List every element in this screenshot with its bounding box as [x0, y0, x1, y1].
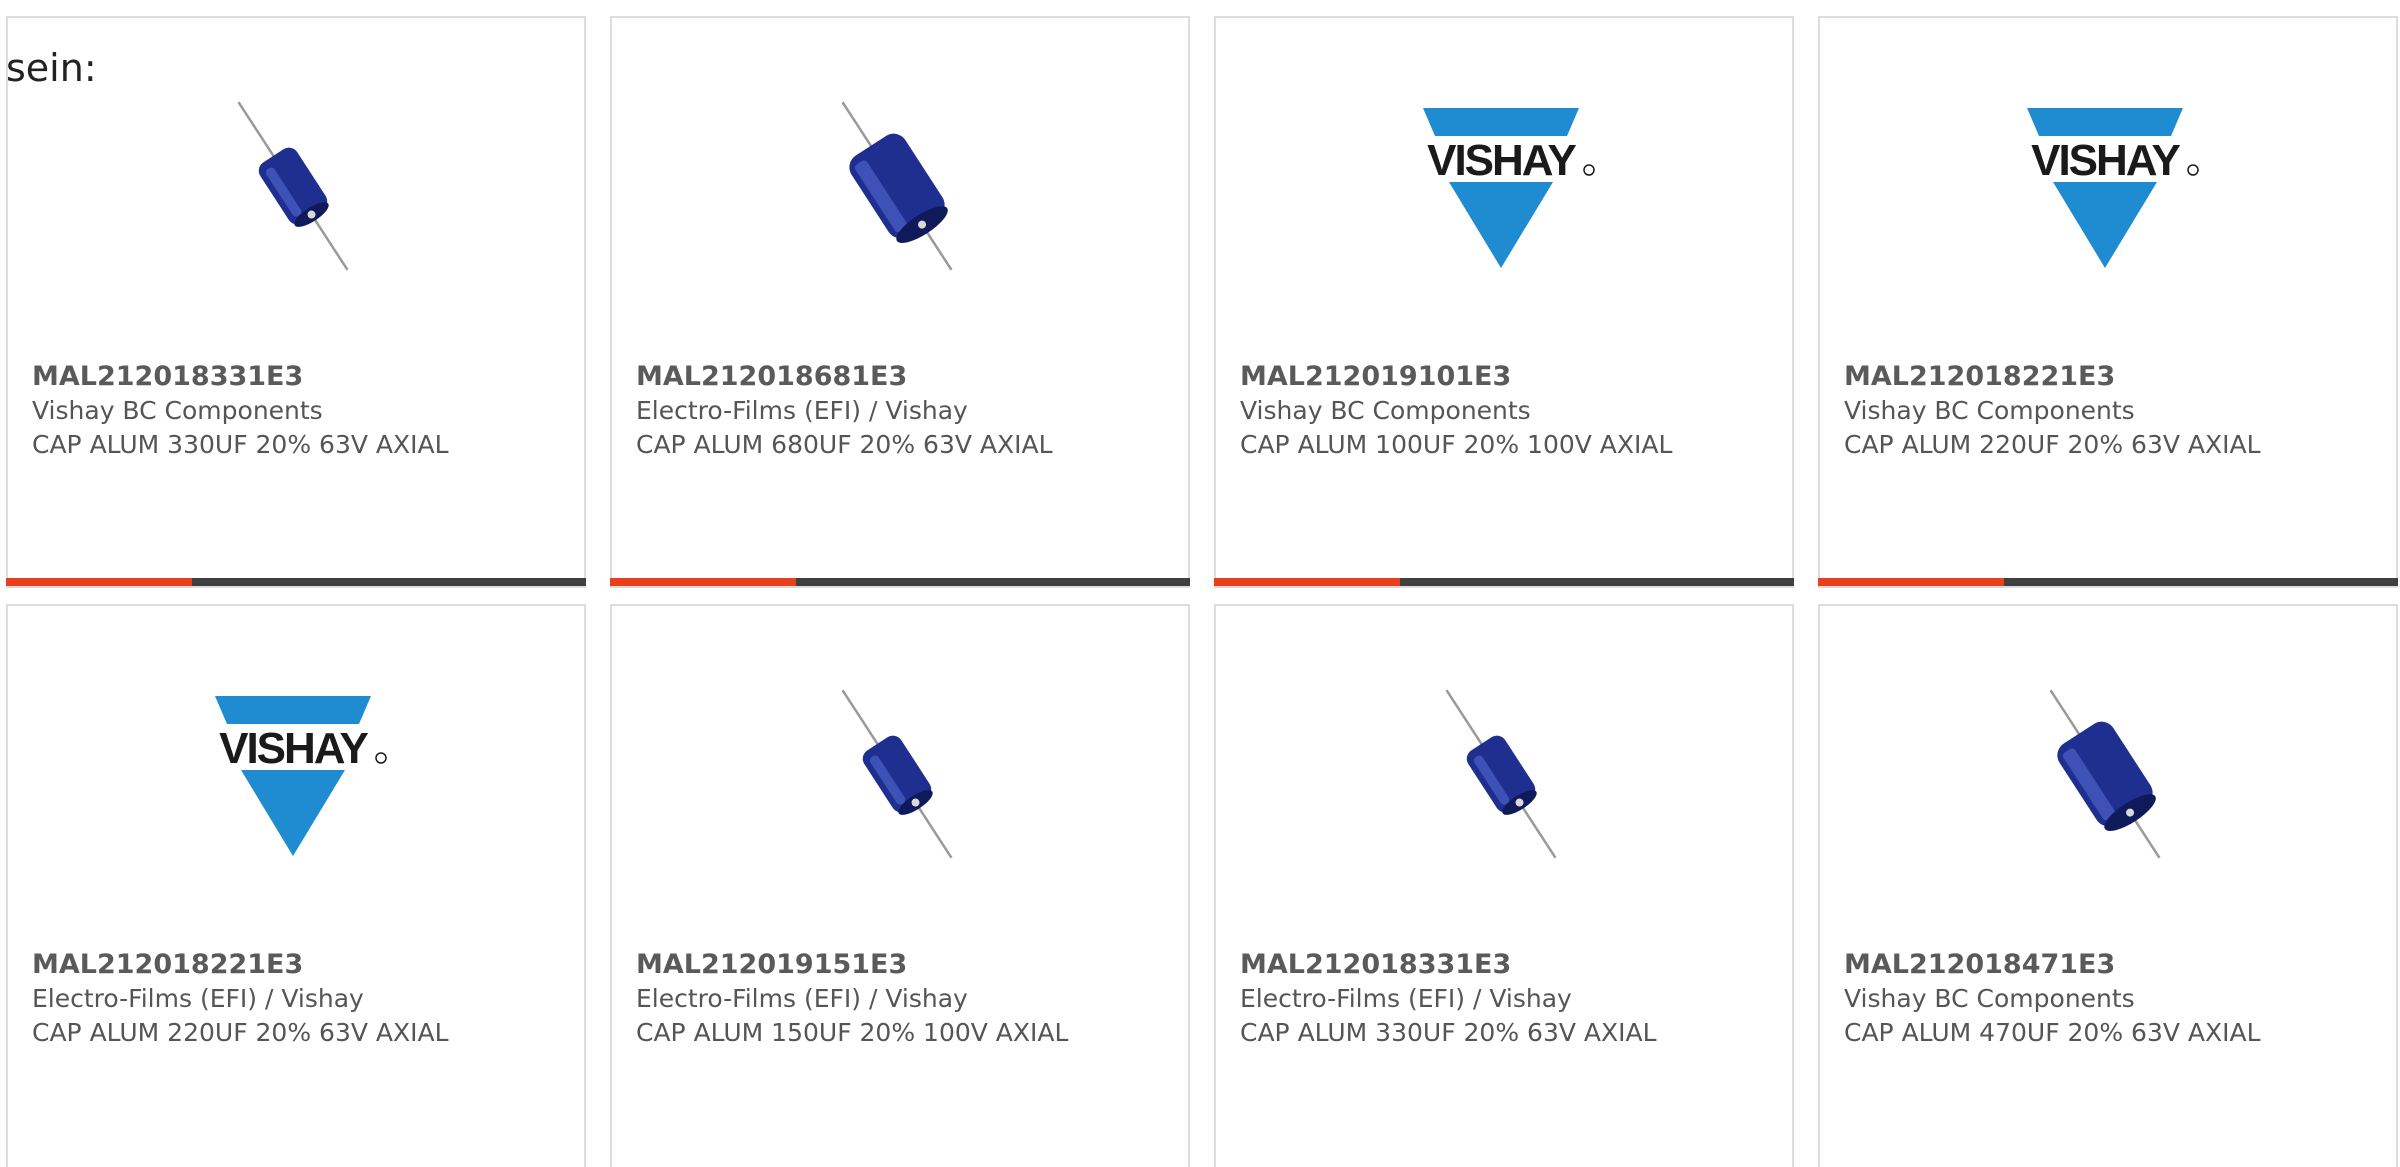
description: CAP ALUM 220UF 20% 63V AXIAL: [1844, 430, 2261, 459]
part-number[interactable]: MAL212019151E3: [636, 948, 1116, 982]
page: sein: MAL212018331E3 Vishay BC Components…: [0, 0, 2400, 1167]
part-number[interactable]: MAL212019101E3: [1240, 360, 1720, 394]
product-card[interactable]: MAL212018331E3 Electro-Films (EFI) / Vish…: [1214, 604, 1794, 1167]
product-card[interactable]: MAL212018681E3 Electro-Films (EFI) / Vish…: [610, 16, 1190, 588]
product-card[interactable]: VISHAY MAL212018221E3 Vishay BC Components…: [1818, 16, 2398, 588]
product-image[interactable]: [1401, 674, 1601, 874]
product-info: MAL212018221E3 Electro-Films (EFI) / Vish…: [32, 948, 512, 1050]
product-image[interactable]: VISHAY: [193, 674, 393, 874]
description: CAP ALUM 330UF 20% 63V AXIAL: [32, 430, 449, 459]
product-grid: MAL212018331E3 Vishay BC Components CAP AL…: [6, 16, 2398, 1167]
product-info: MAL212018471E3 Vishay BC Components CAP AL…: [1844, 948, 2324, 1050]
product-card[interactable]: MAL212019151E3 Electro-Films (EFI) / Vish…: [610, 604, 1190, 1167]
product-card[interactable]: MAL212018331E3 Vishay BC Components CAP AL…: [6, 16, 586, 588]
manufacturer: Electro-Films (EFI) / Vishay: [32, 984, 364, 1013]
product-card[interactable]: VISHAY MAL212018221E3 Electro-Films (EFI) …: [6, 604, 586, 1167]
progress-fill: [6, 578, 192, 586]
capacitor-large-icon: [2049, 689, 2161, 859]
product-info: MAL212018331E3 Electro-Films (EFI) / Vish…: [1240, 948, 1720, 1050]
progress-fill: [1818, 578, 2004, 586]
description: CAP ALUM 680UF 20% 63V AXIAL: [636, 430, 1053, 459]
product-info: MAL212019101E3 Vishay BC Components CAP AL…: [1240, 360, 1720, 462]
product-image[interactable]: VISHAY: [1401, 86, 1601, 286]
manufacturer: Vishay BC Components: [1844, 396, 2135, 425]
svg-text:VISHAY: VISHAY: [1427, 136, 1576, 185]
product-image[interactable]: [2005, 674, 2205, 874]
progress-bar: [6, 578, 586, 586]
vishay-logo-icon: VISHAY: [201, 696, 387, 856]
manufacturer: Electro-Films (EFI) / Vishay: [636, 984, 968, 1013]
part-number[interactable]: MAL212018681E3: [636, 360, 1116, 394]
vishay-logo-icon: VISHAY: [1409, 108, 1595, 268]
part-number[interactable]: MAL212018331E3: [32, 360, 512, 394]
progress-bar: [1818, 578, 2398, 586]
product-card[interactable]: MAL212018471E3 Vishay BC Components CAP AL…: [1818, 604, 2398, 1167]
capacitor-small-icon: [237, 101, 349, 271]
capacitor-small-icon: [841, 689, 953, 859]
product-image[interactable]: VISHAY: [2005, 86, 2205, 286]
manufacturer: Vishay BC Components: [1240, 396, 1531, 425]
capacitor-small-icon: [1445, 689, 1557, 859]
part-number[interactable]: MAL212018221E3: [1844, 360, 2324, 394]
capacitor-large-icon: [841, 101, 953, 271]
progress-bar: [1214, 578, 1794, 586]
svg-text:VISHAY: VISHAY: [2031, 136, 2180, 185]
product-image[interactable]: [797, 86, 997, 286]
progress-fill: [1214, 578, 1400, 586]
manufacturer: Electro-Films (EFI) / Vishay: [1240, 984, 1572, 1013]
product-image[interactable]: [193, 86, 393, 286]
progress-bar: [610, 578, 1190, 586]
description: CAP ALUM 100UF 20% 100V AXIAL: [1240, 430, 1673, 459]
description: CAP ALUM 150UF 20% 100V AXIAL: [636, 1018, 1069, 1047]
manufacturer: Vishay BC Components: [1844, 984, 2135, 1013]
svg-text:VISHAY: VISHAY: [219, 724, 368, 773]
product-info: MAL212019151E3 Electro-Films (EFI) / Vish…: [636, 948, 1116, 1050]
part-number[interactable]: MAL212018221E3: [32, 948, 512, 982]
description: CAP ALUM 470UF 20% 63V AXIAL: [1844, 1018, 2261, 1047]
manufacturer: Vishay BC Components: [32, 396, 323, 425]
part-number[interactable]: MAL212018471E3: [1844, 948, 2324, 982]
description: CAP ALUM 330UF 20% 63V AXIAL: [1240, 1018, 1657, 1047]
manufacturer: Electro-Films (EFI) / Vishay: [636, 396, 968, 425]
progress-fill: [610, 578, 796, 586]
product-info: MAL212018221E3 Vishay BC Components CAP AL…: [1844, 360, 2324, 462]
product-info: MAL212018681E3 Electro-Films (EFI) / Vish…: [636, 360, 1116, 462]
description: CAP ALUM 220UF 20% 63V AXIAL: [32, 1018, 449, 1047]
product-info: MAL212018331E3 Vishay BC Components CAP AL…: [32, 360, 512, 462]
product-card[interactable]: VISHAY MAL212019101E3 Vishay BC Components…: [1214, 16, 1794, 588]
intro-text: sein:: [6, 46, 97, 90]
vishay-logo-icon: VISHAY: [2013, 108, 2199, 268]
part-number[interactable]: MAL212018331E3: [1240, 948, 1720, 982]
product-image[interactable]: [797, 674, 997, 874]
